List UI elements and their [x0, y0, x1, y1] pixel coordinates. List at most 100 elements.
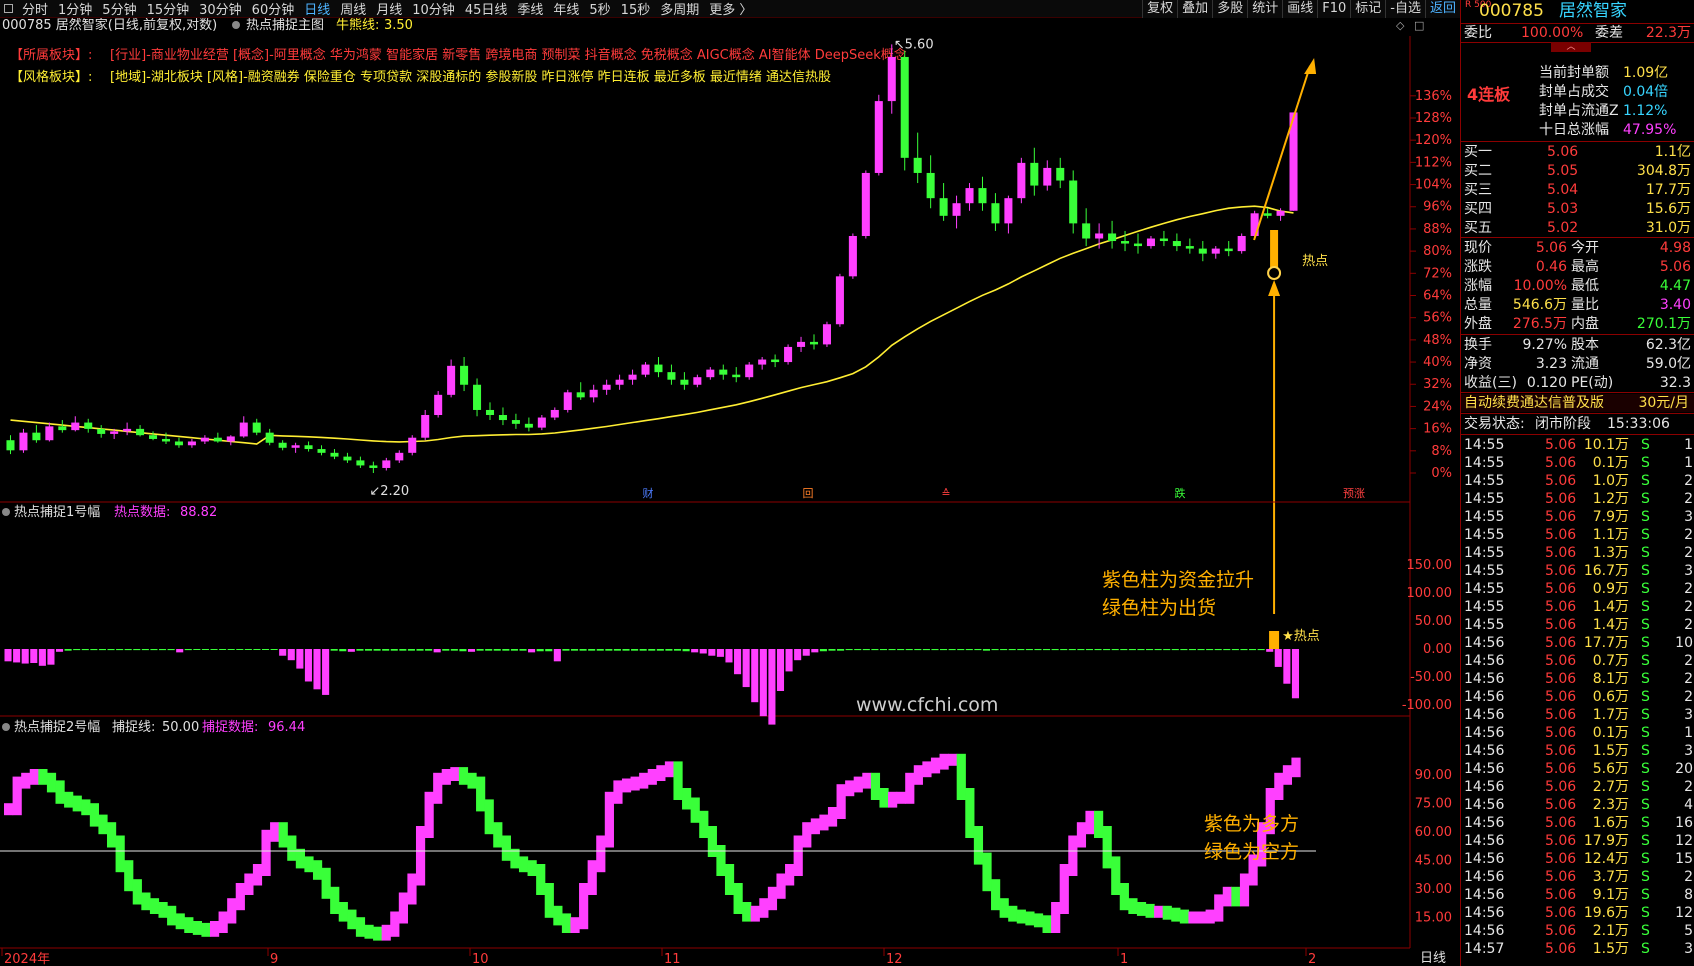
indicator-name[interactable]: 热点捕捉主图	[246, 18, 324, 33]
sub1-bar	[776, 649, 785, 691]
timeframe-7[interactable]: 周线	[335, 3, 371, 17]
collapse-toggle[interactable]: ︿	[1551, 42, 1591, 52]
sub2-step	[982, 852, 992, 892]
sub2-y-tick-2: 60.00	[1415, 825, 1452, 840]
timeframe-3[interactable]: 15分钟	[142, 3, 195, 17]
timeframe-10[interactable]: 45日线	[460, 3, 513, 17]
tool-button-2[interactable]: 多股	[1212, 0, 1247, 18]
timeframe-15[interactable]: 多周期	[655, 3, 704, 17]
tool-button-5[interactable]: F10	[1317, 0, 1350, 18]
tool-button-7[interactable]: -自选	[1385, 0, 1425, 18]
tick-volume: 1.0万	[1592, 473, 1629, 489]
ad-text[interactable]: 自动续费通达信普及版	[1464, 394, 1604, 412]
tick-volume: 9.1万	[1592, 887, 1629, 903]
tool-button-6[interactable]: 标记	[1350, 0, 1385, 18]
timeframe-5[interactable]: 60分钟	[247, 3, 300, 17]
timeframe-12[interactable]: 年线	[548, 3, 584, 17]
tool-button-3[interactable]: 统计	[1247, 0, 1282, 18]
sub2-step	[810, 818, 820, 835]
timeframe-11[interactable]: 季线	[512, 3, 548, 17]
sub2-step	[862, 772, 872, 789]
event-mark-1[interactable]: 回	[803, 487, 814, 500]
trade-time: 15:33:06	[1607, 416, 1670, 432]
sub2-step	[12, 776, 22, 816]
timeframe-1[interactable]: 1分钟	[53, 3, 97, 17]
sub1-title[interactable]: 热点捕捉1号幅	[14, 504, 100, 520]
sub1-dropdown-icon[interactable]	[2, 508, 10, 516]
ad-price[interactable]: 30元/月	[1638, 394, 1689, 412]
chart-area[interactable]: 000785 居然智家(日线,前复权,对数) 热点捕捉主图 牛熊线: 3.50 …	[0, 18, 1460, 966]
tool-button-8[interactable]: 返回	[1424, 0, 1460, 18]
sub1-bar	[648, 649, 656, 651]
diamond-icon[interactable]: ◇	[1396, 19, 1405, 32]
tick-volume: 12.4万	[1583, 851, 1629, 867]
tick-side: S	[1641, 833, 1650, 849]
sub2-title[interactable]: 热点捕捉2号幅	[14, 719, 100, 735]
sub1-bar	[38, 649, 46, 666]
sub2-step	[46, 772, 57, 793]
timeframe-9[interactable]: 10分钟	[407, 3, 460, 17]
sub1-bar	[133, 649, 141, 651]
timeframe-14[interactable]: 15秒	[616, 3, 656, 17]
tick-time: 14:56	[1464, 707, 1505, 723]
sub1-y-tick-0: 150.00	[1407, 558, 1453, 573]
sub1-bar	[1249, 649, 1257, 651]
hot-bar-marker	[1270, 230, 1279, 268]
bid-price: 5.02	[1547, 220, 1579, 236]
sub2-step	[956, 753, 966, 800]
sub2-dropdown-icon[interactable]	[2, 723, 10, 731]
bid-row[interactable]: 买一 5.06 1.1亿	[1461, 143, 1694, 161]
bid-row[interactable]: 买四 5.03 15.6万	[1461, 200, 1694, 218]
tick-count: 2	[1684, 545, 1693, 561]
tool-button-4[interactable]: 画线	[1282, 0, 1317, 18]
tick-time: 14:56	[1464, 887, 1505, 903]
info-value: 5.06	[1535, 240, 1567, 256]
tick-time: 14:57	[1464, 941, 1505, 957]
timeframe-4[interactable]: 30分钟	[194, 3, 247, 17]
timeframe-13[interactable]: 5秒	[584, 3, 615, 17]
indicator-dropdown-icon[interactable]	[232, 21, 240, 29]
sub1-bar	[184, 649, 192, 651]
sub2-step	[1033, 913, 1044, 928]
tick-side: S	[1641, 851, 1650, 867]
bid-row[interactable]: 买二 5.05 304.8万	[1461, 162, 1694, 180]
sub1-bar	[1214, 649, 1222, 651]
timeframe-16[interactable]: 更多 〉	[704, 3, 757, 17]
bid-row[interactable]: 买三 5.04 17.7万	[1461, 181, 1694, 199]
window-icon[interactable]	[4, 4, 13, 13]
info-label: 最低	[1571, 278, 1599, 294]
bid-label: 买二	[1464, 163, 1492, 179]
timeframe-2[interactable]: 5分钟	[97, 3, 141, 17]
info2-label: 换手	[1464, 337, 1492, 353]
timeframe-0[interactable]: 分时	[17, 3, 53, 17]
tick-row: 14:56 5.06 8.1万 S 2	[1461, 670, 1694, 688]
tool-button-0[interactable]: 复权	[1142, 0, 1177, 18]
event-mark-2[interactable]: ≙	[941, 487, 950, 500]
event-mark-4[interactable]: 预涨	[1343, 487, 1365, 500]
timeframe-8[interactable]: 月线	[371, 3, 407, 17]
sub2-step	[106, 822, 117, 848]
collapse-icon[interactable]: □	[1414, 19, 1424, 32]
sub1-bar	[227, 649, 235, 650]
sub2-step	[132, 879, 142, 905]
event-mark-0[interactable]: 财	[643, 486, 654, 500]
market-badge: R 500	[1465, 0, 1492, 10]
sub2-step	[939, 753, 949, 770]
tick-row: 14:56 5.06 9.1万 S 8	[1461, 886, 1694, 904]
tick-volume: 0.9万	[1592, 581, 1629, 597]
tick-time: 14:55	[1464, 563, 1505, 579]
info-value: 4.98	[1659, 240, 1691, 256]
event-mark-3[interactable]: 跌	[1175, 486, 1186, 500]
sub1-bar	[261, 649, 270, 650]
tick-row: 14:55 5.06 0.1万 S 1	[1461, 454, 1694, 472]
bid-row[interactable]: 买五 5.02 31.0万	[1461, 219, 1694, 237]
sub2-step	[561, 913, 572, 933]
timeframe-6[interactable]: 日线	[299, 3, 335, 17]
tick-count: 8	[1684, 887, 1693, 903]
stat-value: 47.95%	[1623, 122, 1677, 138]
tool-button-1[interactable]: 叠加	[1177, 0, 1212, 18]
tick-time: 14:56	[1464, 851, 1505, 867]
sub1-bar	[888, 649, 896, 651]
sub1-bar	[862, 649, 870, 651]
sub2-step	[201, 922, 211, 937]
